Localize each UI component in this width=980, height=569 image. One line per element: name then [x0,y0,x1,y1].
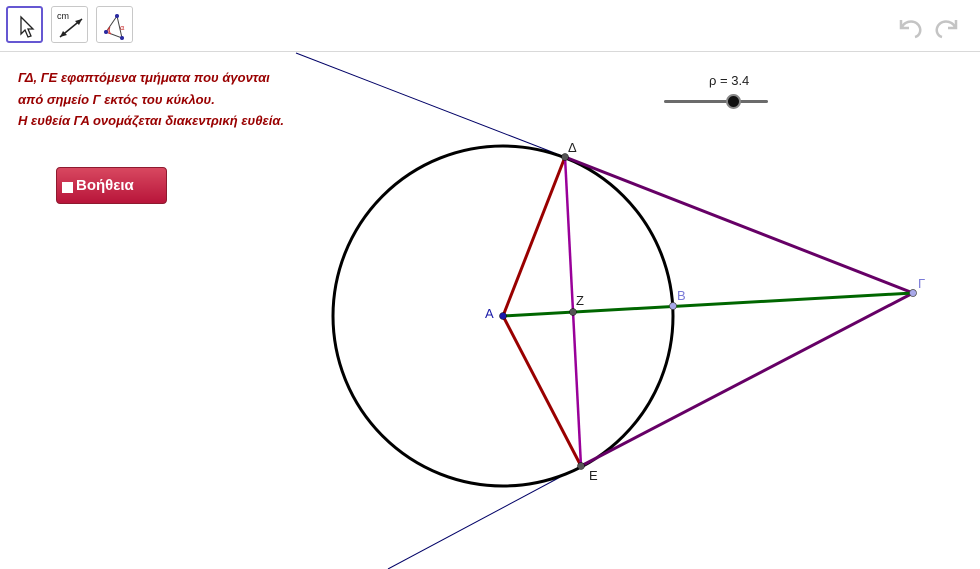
help-button-label: Βοήθεια [76,177,134,194]
point-z[interactable] [569,308,577,316]
cursor-arrow-icon [20,15,35,38]
point-g[interactable] [909,289,917,297]
slider-knob[interactable] [726,94,741,109]
info-text-line-1: ΓΔ, ΓΕ εφαπτόμενα τμήματα που άγονται [18,70,270,85]
label-e: Ε [589,468,598,483]
undo-icon[interactable] [895,14,925,40]
help-button[interactable]: Βοήθεια [56,167,167,204]
label-d: Δ [568,140,577,155]
tangent-segment-gd[interactable] [564,155,914,295]
info-text-line-2: από σημείο Γ εκτός του κύκλου. [18,91,215,107]
chord-de[interactable] [563,156,583,467]
label-a: A [485,306,494,321]
info-text: ΓΔ, ΓΕ εφαπτόμενα τμήματα που άγονται απ… [18,67,284,132]
center-line-ag[interactable] [502,291,914,318]
angle-tool-button[interactable]: α [96,6,133,43]
point-b[interactable] [669,302,677,310]
distance-measure-icon [59,18,83,38]
slider-track[interactable] [664,100,768,103]
point-a[interactable] [499,312,507,320]
point-e[interactable] [577,462,585,470]
toolbar: cm α [0,0,980,52]
label-z: Z [576,293,584,308]
label-g: Γ [918,276,925,291]
redo-icon[interactable] [932,14,962,40]
tangent-ray-lower [387,465,582,569]
tangent-segment-ge[interactable] [580,291,914,468]
help-checkbox[interactable] [62,181,73,193]
angle-icon: α [104,14,125,40]
info-text-line-3: Η ευθεία ΓΑ ονομάζεται διακεντρική ευθεί… [18,113,284,128]
measure-tool-button[interactable]: cm [51,6,88,43]
move-tool-button[interactable] [6,6,43,43]
point-d[interactable] [561,153,569,161]
circle[interactable] [331,144,675,488]
tangent-ray-upper [295,52,566,158]
radius-ad[interactable] [501,156,567,317]
radius-ae[interactable] [501,315,583,467]
label-b: B [677,288,686,303]
angle-tool-label: α [120,24,125,32]
slider-label: ρ = 3.4 [709,73,750,88]
